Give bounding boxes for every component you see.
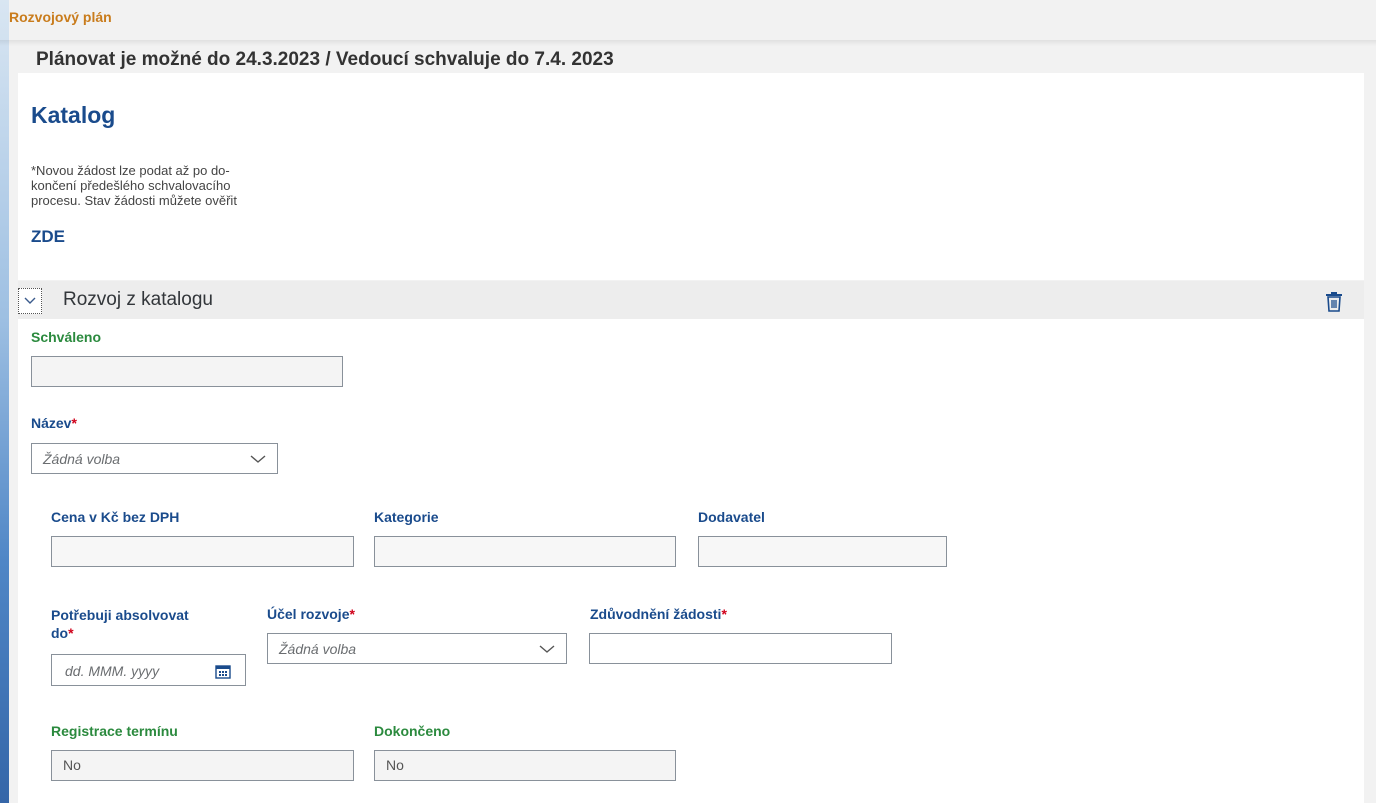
complete-by-label-line2: do* [51,624,189,642]
page-title: Rozvojový plán [9,9,112,25]
catalog-note-line: procesu. Stav žádosti můžete ověřit [31,193,237,208]
title-divider [0,40,1376,46]
chevron-down-icon [539,645,555,653]
deadline-notice: Plánovat je možné do 24.3.2023 / Vedoucí… [36,49,614,70]
purpose-label: Účel rozvoje* [267,606,355,622]
catalog-note: *Novou žádost lze podat až po do- končen… [31,163,331,208]
section-header [18,281,1364,319]
section-title: Rozvoj z katalogu [63,289,213,310]
left-accent-strip [0,0,9,803]
name-select-placeholder: Žádná volba [43,451,121,467]
category-label: Kategorie [374,509,439,525]
catalog-note-line: končení předešlého schvalovacího [31,178,231,193]
trash-icon [1326,292,1342,312]
justification-label: Zdůvodnění žádosti* [590,606,727,622]
required-marker: * [721,606,727,622]
date-placeholder: dd. MMM. yyyy [65,663,160,679]
chevron-down-icon [24,297,36,304]
complete-by-label-line: Potřebuji absolvovat [51,607,189,623]
price-field [51,536,354,567]
completed-label: Dokončeno [374,723,451,739]
supplier-label: Dodavatel [698,509,765,525]
status-link[interactable]: ZDE [31,227,65,247]
price-label: Cena v Kč bez DPH [51,509,180,525]
justification-label-text: Zdůvodnění žádosti [590,606,722,622]
approved-field [31,356,343,387]
chevron-down-icon [250,455,266,463]
purpose-select-placeholder: Žádná volba [279,641,357,657]
purpose-select[interactable]: Žádná volba [267,633,567,664]
required-marker: * [68,625,74,641]
registration-label: Registrace termínu [51,723,178,739]
complete-by-label: Potřebuji absolvovat do* [51,606,189,642]
purpose-label-text: Účel rozvoje [267,606,350,622]
registration-field: No [51,750,354,781]
complete-by-label-text: do [51,625,69,641]
supplier-field [698,536,947,567]
name-label: Název* [31,415,77,431]
catalog-note-line: *Novou žádost lze podat až po do- [31,163,230,178]
complete-by-date-input[interactable]: dd. MMM. yyyy [51,654,246,686]
category-field [374,536,676,567]
completed-field: No [374,750,676,781]
catalog-title: Katalog [31,102,116,128]
justification-input[interactable] [589,633,892,664]
required-marker: * [349,606,355,622]
approved-label: Schváleno [31,329,102,345]
delete-button[interactable] [1324,291,1344,313]
name-select[interactable]: Žádná volba [31,443,278,474]
collapse-toggle-button[interactable] [18,288,42,314]
name-label-text: Název [31,415,72,431]
calendar-icon[interactable] [215,664,231,679]
required-marker: * [71,415,77,431]
